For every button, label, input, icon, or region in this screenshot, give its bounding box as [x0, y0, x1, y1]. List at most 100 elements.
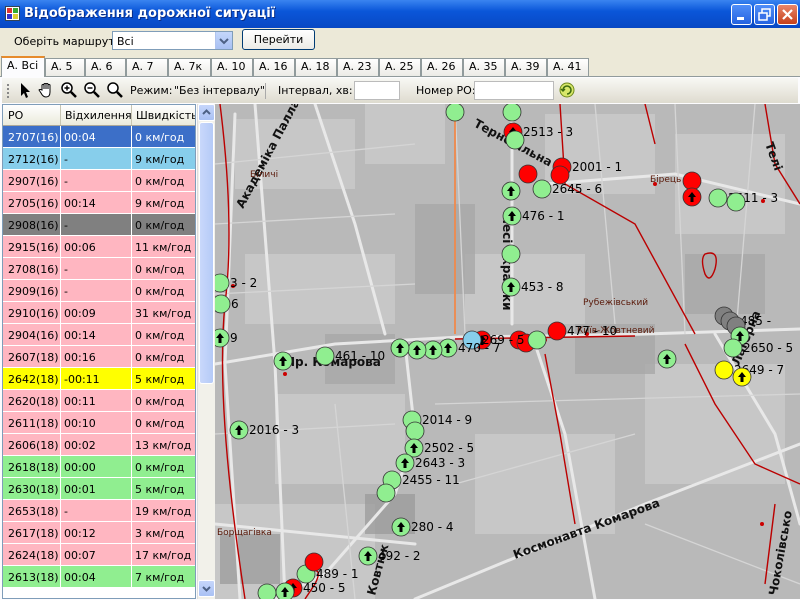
table-row[interactable]: 2907(16) - 0 км/год [3, 170, 195, 192]
vehicle-marker[interactable]: 2455 - 11 [382, 470, 460, 490]
vehicle-label: 470 - 7 [458, 341, 501, 355]
table-row[interactable]: 2642(18) -00:11 5 км/год [3, 368, 195, 390]
tab-route-35[interactable]: А. 35 [463, 58, 505, 76]
vehicle-marker[interactable]: 3 - 2 [215, 273, 257, 293]
vehicle-marker[interactable]: 6 [215, 294, 239, 314]
vehicle-marker[interactable] [657, 349, 677, 369]
vehicle-marker[interactable] [376, 483, 396, 503]
vehicle-marker[interactable] [273, 351, 293, 371]
refresh-icon[interactable] [558, 81, 576, 99]
tab-route-23[interactable]: А. 23 [337, 58, 379, 76]
tab-route-10[interactable]: А. 10 [211, 58, 253, 76]
zoom-out-icon[interactable] [83, 81, 101, 99]
vehicle-marker[interactable]: 2643 - 3 [395, 453, 465, 473]
table-row[interactable]: 2606(18) 00:02 13 км/год [3, 434, 195, 456]
vehicle-marker[interactable]: 2502 - 5 [404, 438, 474, 458]
column-header-deviation[interactable]: Відхилення [65, 109, 132, 122]
tab-route-26[interactable]: А. 26 [421, 58, 463, 76]
tab-route-16[interactable]: А. 16 [253, 58, 295, 76]
tab-route-7k[interactable]: А. 7к [168, 58, 211, 76]
vehicle-marker[interactable] [518, 164, 538, 184]
hand-icon[interactable] [37, 81, 55, 99]
tab-route-41[interactable]: А. 41 [547, 58, 589, 76]
vehicle-marker[interactable] [275, 582, 295, 599]
vehicle-marker[interactable] [304, 552, 324, 572]
map-canvas[interactable]: Академіка Палладіна Тернопільна Лесі Укр… [215, 104, 800, 599]
interval-input[interactable] [354, 81, 400, 100]
table-row[interactable]: 2607(18) 00:16 0 км/год [3, 346, 195, 368]
table-row[interactable]: 2653(18) - 19 км/год [3, 500, 195, 522]
vehicle-marker[interactable] [505, 130, 525, 150]
tab-route-39[interactable]: А. 39 [505, 58, 547, 76]
vehicle-marker[interactable] [390, 338, 410, 358]
vehicle-marker[interactable]: 461 - 10 [315, 346, 385, 366]
table-row[interactable]: 2908(16) - 0 км/год [3, 214, 195, 236]
table-row[interactable]: 2708(16) - 0 км/год [3, 258, 195, 280]
close-button[interactable] [777, 4, 798, 25]
scroll-down-button[interactable] [198, 580, 215, 597]
vehicle-marker[interactable] [423, 340, 443, 360]
vehicle-marker[interactable] [527, 330, 547, 350]
table-row[interactable]: 2624(18) 00:07 17 км/год [3, 544, 195, 566]
table-row[interactable]: 2617(18) 00:12 3 км/год [3, 522, 195, 544]
table-row[interactable]: 2910(16) 00:09 31 км/год [3, 302, 195, 324]
route-select[interactable]: Всі [112, 31, 233, 50]
vehicle-marker[interactable] [257, 583, 277, 599]
vehicle-dot [501, 244, 521, 264]
chevron-down-icon[interactable] [215, 32, 232, 49]
table-row[interactable]: 2904(16) 00:14 0 км/год [3, 324, 195, 346]
vehicle-marker[interactable]: 9 [215, 328, 238, 348]
vehicle-marker[interactable] [682, 187, 702, 207]
scroll-thumb[interactable] [199, 122, 214, 384]
vehicle-marker[interactable] [732, 367, 752, 387]
ro-number-input[interactable] [474, 81, 554, 100]
maximize-button[interactable] [754, 4, 775, 25]
table-row[interactable]: 2707(16) 00:04 0 км/год [3, 126, 195, 148]
vehicle-marker[interactable]: 280 - 4 [391, 517, 454, 537]
table-row[interactable]: 2613(18) 00:04 7 км/год [3, 566, 195, 588]
vehicle-marker[interactable] [407, 340, 427, 360]
tab-route-6[interactable]: А. 6 [85, 58, 126, 76]
table-row[interactable]: 2630(18) 00:01 5 км/год [3, 478, 195, 500]
vehicle-marker[interactable]: 476 - 1 [502, 206, 565, 226]
go-button[interactable]: Перейти [242, 29, 315, 50]
vehicle-marker[interactable]: 470 - 7 [438, 338, 501, 358]
table-row[interactable]: 2712(16) - 9 км/год [3, 148, 195, 170]
column-header-speed[interactable]: Швидкість [136, 109, 195, 122]
tab-all[interactable]: А. Всі [1, 56, 45, 77]
vehicle-marker[interactable]: 2650 - 5 [723, 338, 793, 358]
vehicle-marker[interactable] [445, 104, 465, 122]
tab-route-18[interactable]: А. 18 [295, 58, 337, 76]
column-header-ro[interactable]: РО [8, 109, 23, 122]
vehicle-marker[interactable] [501, 244, 521, 264]
tab-route-25[interactable]: А. 25 [379, 58, 421, 76]
table-row[interactable]: 2705(16) 00:14 9 км/год [3, 192, 195, 214]
table-scrollbar[interactable] [197, 104, 215, 599]
vehicle-marker[interactable]: 2016 - 3 [229, 420, 299, 440]
cell-speed: 0 км/год [135, 395, 185, 408]
vehicle-marker[interactable] [502, 104, 522, 122]
vehicle-marker[interactable] [726, 192, 746, 212]
vehicle-marker[interactable]: 477 - 10 [547, 321, 617, 341]
pointer-icon[interactable] [16, 81, 34, 99]
table-row[interactable]: 2611(18) 00:10 0 км/год [3, 412, 195, 434]
table-row[interactable]: 2618(18) 00:00 0 км/год [3, 456, 195, 478]
vehicle-marker[interactable] [405, 421, 425, 441]
cell-deviation: 00:04 [64, 131, 96, 144]
tab-route-7[interactable]: А. 7 [126, 58, 168, 76]
vehicle-marker[interactable] [501, 181, 521, 201]
zoom-in-icon[interactable] [60, 81, 78, 99]
vehicle-marker[interactable]: 492 - 2 [358, 546, 421, 566]
scroll-up-button[interactable] [198, 104, 215, 121]
vehicle-marker[interactable]: 453 - 8 [501, 277, 564, 297]
vehicle-marker[interactable] [682, 171, 702, 191]
table-row[interactable]: 2620(18) 00:11 0 км/год [3, 390, 195, 412]
table-row[interactable]: 2915(16) 00:06 11 км/год [3, 236, 195, 258]
table-row[interactable]: 2909(16) - 0 км/год [3, 280, 195, 302]
vehicle-label: 2645 - 6 [552, 182, 602, 196]
zoom-extent-icon[interactable] [106, 81, 124, 99]
minimize-button[interactable] [731, 4, 752, 25]
traffic-map[interactable]: Академіка Палладіна Тернопільна Лесі Укр… [215, 104, 800, 599]
tab-route-5[interactable]: А. 5 [45, 58, 85, 76]
vehicle-marker[interactable]: 2645 - 6 [532, 179, 602, 199]
